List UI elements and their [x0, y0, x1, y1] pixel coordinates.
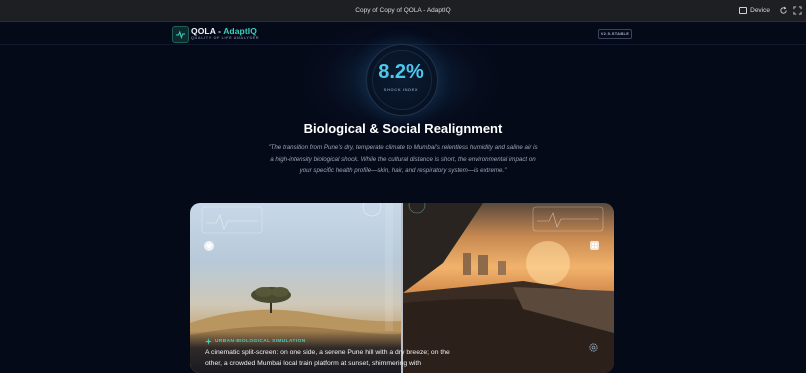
device-label: Device: [750, 7, 770, 14]
simulation-tag: URBAN-BIOLOGICAL SIMULATION: [205, 338, 306, 345]
sparkle-icon: [205, 338, 212, 345]
brand-accent: AdaptIQ: [223, 26, 257, 36]
settings-icon[interactable]: [589, 343, 598, 352]
brand-title: QOLA - AdaptIQ: [191, 26, 257, 36]
section-heading: Biological & Social Realignment: [303, 121, 503, 136]
version-badge: V2.5-STABLE: [598, 29, 632, 39]
window-title: Copy of Copy of QOLA - AdaptIQ: [355, 7, 451, 14]
section-quote: "The transition from Pune's dry, tempera…: [268, 144, 538, 174]
fullscreen-icon[interactable]: [793, 6, 802, 15]
brand-main: QOLA: [191, 26, 216, 36]
brand-tagline: QUALITY OF LIFE ANALYSER: [191, 36, 260, 40]
gallery-icon[interactable]: [590, 241, 599, 250]
heart-icon[interactable]: [204, 241, 214, 251]
simulation-tag-label: URBAN-BIOLOGICAL SIMULATION: [215, 339, 306, 344]
activity-icon: [176, 30, 185, 40]
device-icon: [739, 7, 748, 14]
shock-index-label: SHOCK INDEX: [383, 87, 419, 92]
logo[interactable]: [172, 26, 189, 43]
shock-index-value: 8.2%: [378, 61, 424, 83]
simulation-description: A cinematic split-screen: on one side, a…: [205, 349, 450, 367]
window-titlebar: Copy of Copy of QOLA - AdaptIQ Device: [0, 0, 806, 22]
refresh-icon[interactable]: [779, 6, 788, 15]
device-toggle-button[interactable]: Device: [739, 0, 770, 21]
